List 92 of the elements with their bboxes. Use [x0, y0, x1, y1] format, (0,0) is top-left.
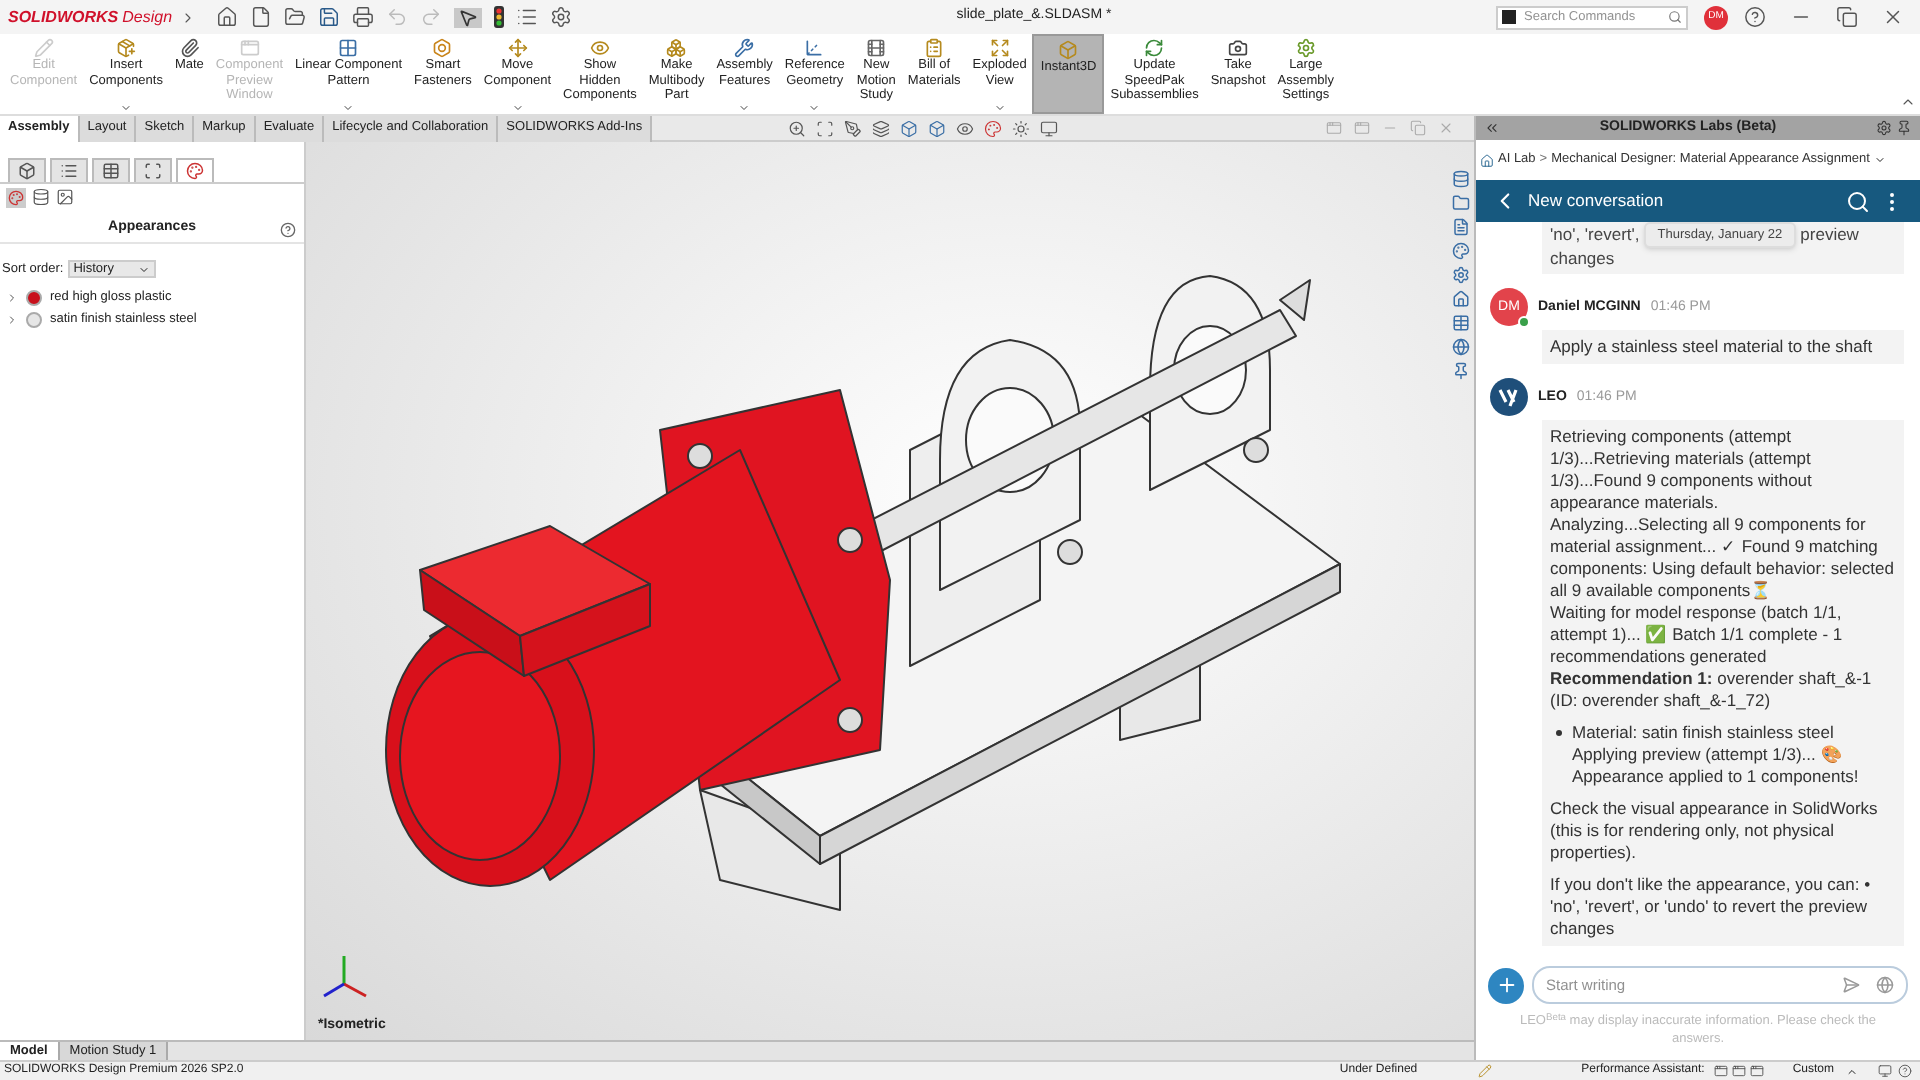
message-text: preview	[1800, 224, 1859, 246]
folder-icon[interactable]	[1452, 194, 1470, 212]
help-icon[interactable]	[1898, 1064, 1912, 1078]
caret-icon[interactable]	[1873, 154, 1886, 166]
message-text: Material: satin finish stainless steel Applying preview (attempt 1/3)... 🎨 Appearance applied to 1 components!	[1572, 722, 1859, 788]
monitor-icon[interactable]	[1878, 1064, 1892, 1078]
appearance-tab-icon[interactable]	[176, 158, 214, 182]
feature-tree-icon[interactable]	[8, 158, 46, 182]
file-icon[interactable]	[1452, 218, 1470, 236]
expand-icon	[989, 38, 1010, 58]
paperclip-icon	[179, 38, 200, 58]
expand-menu-icon[interactable]	[180, 9, 196, 25]
resources-icon[interactable]	[1452, 170, 1470, 188]
message-text: If you don't like the appearance, you can: • 'no', 'revert', or 'undo' to revert the preview changes	[1550, 874, 1873, 940]
boxes-icon	[666, 38, 687, 58]
home-icon[interactable]	[1452, 290, 1470, 308]
window-icon[interactable]	[1750, 1064, 1765, 1078]
home-icon[interactable]	[1480, 153, 1494, 167]
search-icon[interactable]	[1668, 10, 1682, 24]
palette-icon[interactable]	[1452, 242, 1470, 260]
print-icon[interactable]	[352, 6, 374, 28]
message-text: Retrieving components (attempt 1/3)...Retrieving materials (attempt 1/3)...Found 9 components without appearance materials. Analyzing...Selecting all 9 components for material assignment... ✓ Found 9 matching components: Using default behavior: selected all 9 available components⏳ Waiting for model response (batch 1/1, attempt 1)... ✅ Batch 1/1 complete - 1 recommendations generated Recommendation 1: overender shaft_&-1 (ID: overender shaft_&-1_72)	[1550, 426, 1896, 712]
move-icon	[507, 38, 528, 58]
help-icon[interactable]	[1744, 6, 1766, 28]
film-icon	[866, 38, 887, 58]
refresh-icon	[1144, 38, 1165, 58]
search-icon[interactable]	[1846, 189, 1870, 213]
traffic-light-icon[interactable]	[494, 6, 504, 28]
axis-icon	[804, 38, 825, 58]
monitor-icon[interactable]	[1040, 119, 1059, 137]
open-folder-icon[interactable]	[284, 6, 306, 28]
pencil-icon	[33, 38, 54, 58]
zoom-icon[interactable]	[788, 119, 807, 137]
plus-icon	[1495, 974, 1517, 996]
message-text: Apply a stainless steel material to the shaft	[1550, 336, 1875, 358]
caret-icon	[1846, 1065, 1858, 1077]
configuration-icon[interactable]	[92, 158, 130, 182]
gear-icon[interactable]	[1452, 266, 1470, 284]
collapse-ribbon-icon[interactable]	[1900, 94, 1916, 110]
pen-icon[interactable]	[844, 119, 863, 137]
bullet-icon	[1556, 730, 1562, 736]
conversation-title: New conversation	[1528, 188, 1666, 214]
property-manager-icon[interactable]	[50, 158, 88, 182]
view-orientation-icon[interactable]	[928, 119, 947, 137]
window-icon[interactable]	[1732, 1064, 1747, 1078]
online-badge	[1518, 316, 1530, 328]
eye-icon	[589, 38, 610, 58]
logo-product: Design	[122, 5, 173, 29]
package-icon	[116, 38, 137, 58]
cube-icon[interactable]	[900, 119, 919, 137]
message-text: Check the visual appearance in SolidWorks (this is for rendering only, not physical properties).	[1550, 798, 1880, 864]
message-text: 'no', 'revert',	[1550, 224, 1640, 246]
logo-brand: SOLIDWORKS	[8, 5, 119, 29]
grid-icon	[338, 38, 359, 58]
pin-icon[interactable]	[1452, 362, 1470, 380]
restore-icon[interactable]	[1836, 6, 1858, 28]
sun-icon[interactable]	[1012, 119, 1031, 137]
collapse-icon[interactable]	[1484, 120, 1500, 136]
window-icon	[239, 38, 260, 58]
pin-icon[interactable]	[1896, 120, 1912, 136]
eye-icon[interactable]	[956, 119, 975, 137]
bolt-icon	[432, 38, 453, 58]
select-tool-button[interactable]	[454, 7, 482, 27]
bot-avatar-icon	[1490, 378, 1528, 416]
clipboard-icon	[924, 38, 945, 58]
camera-icon	[1228, 38, 1249, 58]
send-icon[interactable]	[1842, 976, 1860, 994]
new-file-icon[interactable]	[250, 6, 272, 28]
home-icon[interactable]	[216, 6, 238, 28]
wrench-icon	[734, 38, 755, 58]
message-text: changes	[1550, 248, 1615, 268]
caret-icon	[137, 263, 150, 276]
help-icon[interactable]	[280, 221, 296, 237]
crosshair-icon[interactable]	[134, 158, 172, 182]
layers-icon[interactable]	[872, 119, 891, 137]
close-icon[interactable]	[1882, 6, 1904, 28]
database-icon[interactable]	[32, 188, 50, 206]
settings-icon[interactable]	[550, 6, 572, 28]
terminal-icon	[1502, 10, 1516, 24]
save-icon[interactable]	[318, 6, 340, 28]
globe-icon[interactable]	[1452, 338, 1470, 356]
add-button[interactable]	[1488, 967, 1524, 1003]
appearances-view-icon[interactable]	[6, 188, 26, 208]
gear-icon	[1295, 38, 1316, 58]
table-icon[interactable]	[1452, 314, 1470, 332]
settings-icon[interactable]	[1876, 120, 1892, 136]
globe-icon[interactable]	[1876, 976, 1894, 994]
zoom-area-icon[interactable]	[816, 119, 835, 137]
cube-icon	[1058, 40, 1079, 60]
scene-icon[interactable]	[56, 188, 74, 206]
window-icon[interactable]	[1714, 1064, 1729, 1078]
palette-icon[interactable]	[984, 119, 1003, 137]
